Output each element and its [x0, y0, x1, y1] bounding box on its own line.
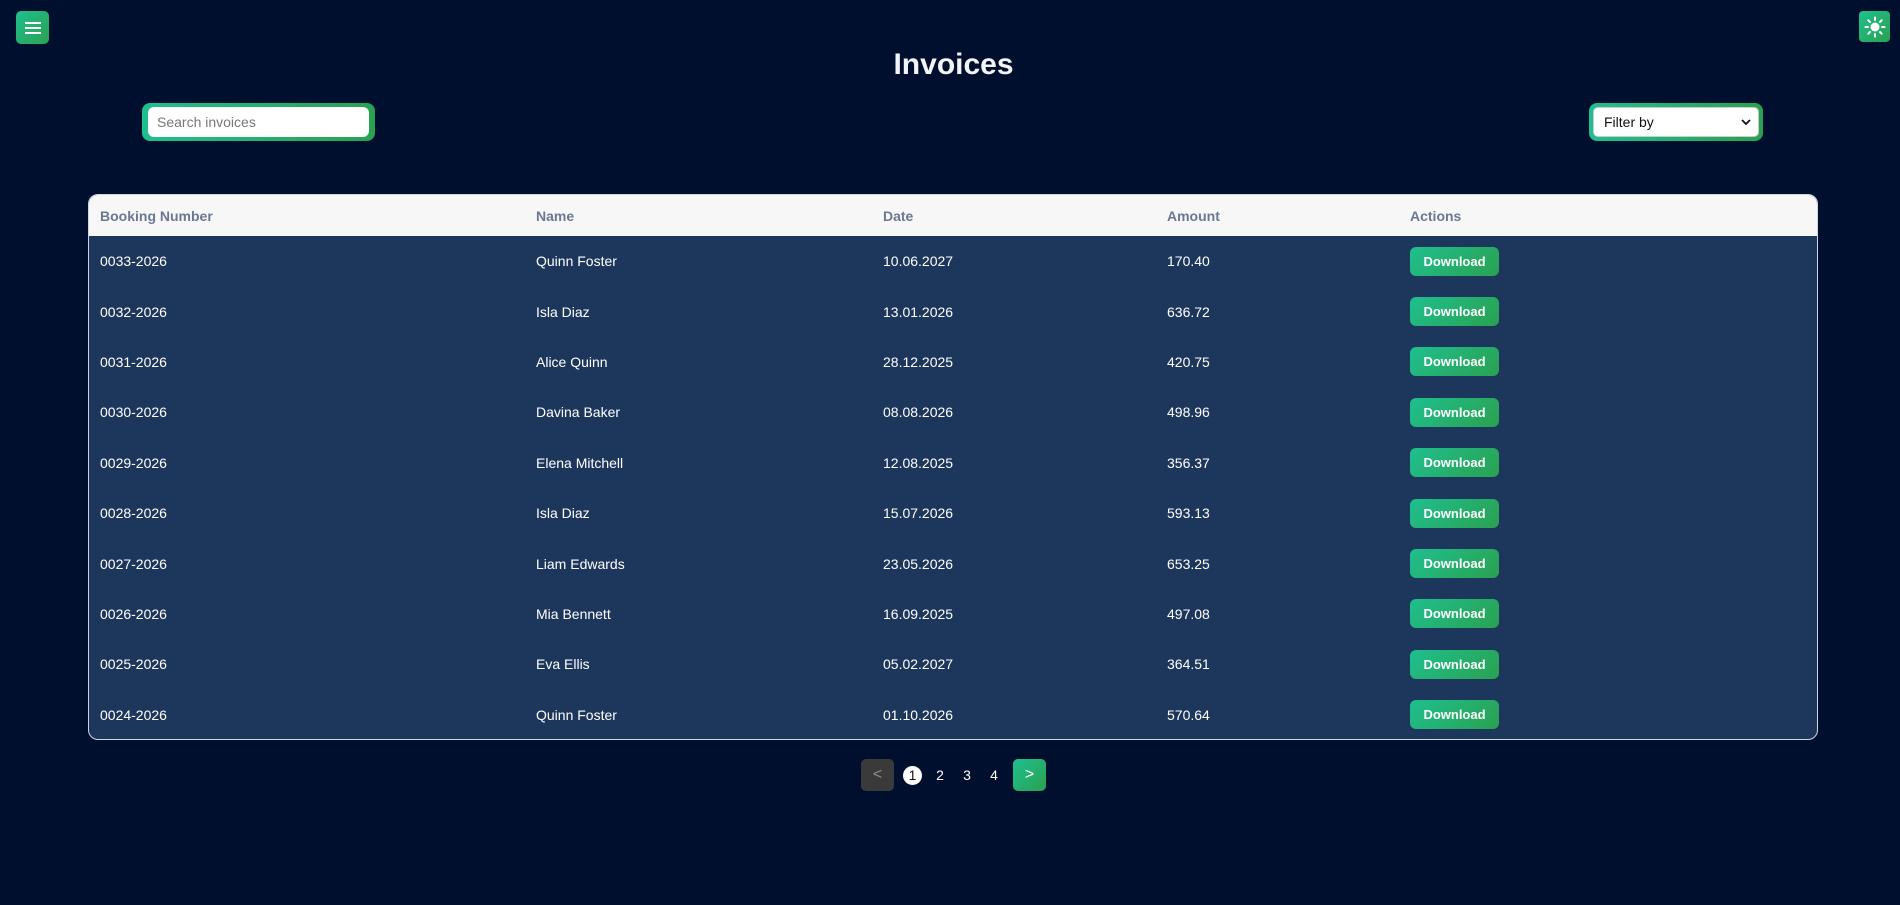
actions-cell: Download	[1399, 538, 1817, 588]
download-button[interactable]: Download	[1410, 549, 1499, 579]
name-cell: Isla Diaz	[536, 303, 590, 320]
download-button[interactable]: Download	[1410, 297, 1499, 327]
name-cell: Quinn Foster	[536, 253, 617, 270]
amount-cell: 653.25	[1167, 555, 1210, 572]
actions-cell: Download	[1399, 589, 1817, 639]
date-cell: 15.07.2026	[883, 505, 954, 522]
table-row: 0030-2026 Davina Baker 08.08.2026 498.96…	[89, 387, 1817, 437]
invoices-page: Invoices Filter by Booking Number Name D…	[0, 0, 1900, 905]
theme-toggle-button[interactable]	[1859, 11, 1890, 42]
table-row: 0028-2026 Isla Diaz 15.07.2026 593.13 Do…	[89, 488, 1817, 538]
amount-cell: 170.40	[1167, 253, 1210, 270]
table-row: 0024-2026 Quinn Foster 01.10.2026 570.64…	[89, 690, 1817, 739]
amount-cell: 498.96	[1167, 404, 1210, 421]
filter-selected-value: Filter by	[1604, 114, 1654, 130]
page-4-button[interactable]: 4	[984, 765, 1004, 785]
sun-icon	[1864, 16, 1885, 37]
booking-number-cell: 0032-2026	[100, 303, 167, 320]
page-1-button[interactable]: 1	[903, 765, 922, 785]
date-cell: 05.02.2027	[883, 656, 954, 673]
date-cell: 10.06.2027	[883, 253, 954, 270]
date-cell: 01.10.2026	[883, 706, 954, 723]
page-title: Invoices	[893, 48, 1014, 81]
actions-cell: Download	[1399, 236, 1817, 286]
name-cell: Isla Diaz	[536, 505, 590, 522]
download-button[interactable]: Download	[1410, 649, 1499, 679]
amount-cell: 364.51	[1167, 656, 1210, 673]
column-header-date: Date	[883, 207, 914, 224]
next-page-button[interactable]: >	[1013, 759, 1046, 791]
column-header-actions: Actions	[1410, 207, 1462, 224]
pagination: < 1 2 3 4 >	[861, 759, 1046, 791]
table-row: 0032-2026 Isla Diaz 13.01.2026 636.72 Do…	[89, 286, 1817, 336]
date-cell: 12.08.2025	[883, 454, 954, 471]
table-row: 0026-2026 Mia Bennett 16.09.2025 497.08 …	[89, 589, 1817, 639]
table-row: 0033-2026 Quinn Foster 10.06.2027 170.40…	[89, 236, 1817, 286]
name-cell: Eva Ellis	[536, 656, 590, 673]
column-header-name: Name	[536, 207, 575, 224]
date-cell: 08.08.2026	[883, 404, 954, 421]
table-header-row: Booking Number Name Date Amount Actions	[89, 195, 1817, 236]
date-cell: 13.01.2026	[883, 303, 954, 320]
booking-number-cell: 0027-2026	[100, 555, 167, 572]
download-button[interactable]: Download	[1410, 246, 1499, 276]
previous-page-button[interactable]: <	[861, 759, 894, 791]
date-cell: 16.09.2025	[883, 605, 954, 622]
table-row: 0027-2026 Liam Edwards 23.05.2026 653.25…	[89, 538, 1817, 588]
actions-cell: Download	[1399, 286, 1817, 336]
booking-number-cell: 0030-2026	[100, 404, 167, 421]
download-button[interactable]: Download	[1410, 700, 1499, 730]
download-button[interactable]: Download	[1410, 448, 1499, 478]
name-cell: Alice Quinn	[536, 353, 608, 370]
column-header-amount: Amount	[1167, 207, 1220, 224]
chevron-down-icon	[1741, 118, 1751, 125]
name-cell: Mia Bennett	[536, 605, 611, 622]
search-container	[142, 103, 375, 141]
actions-cell: Download	[1399, 438, 1817, 488]
amount-cell: 356.37	[1167, 454, 1210, 471]
amount-cell: 497.08	[1167, 605, 1210, 622]
name-cell: Quinn Foster	[536, 706, 617, 723]
actions-cell: Download	[1399, 337, 1817, 387]
download-button[interactable]: Download	[1410, 347, 1499, 377]
amount-cell: 420.75	[1167, 353, 1210, 370]
table-row: 0025-2026 Eva Ellis 05.02.2027 364.51 Do…	[89, 639, 1817, 689]
name-cell: Liam Edwards	[536, 555, 625, 572]
booking-number-cell: 0033-2026	[100, 253, 167, 270]
invoices-table: Booking Number Name Date Amount Actions …	[89, 195, 1817, 739]
column-header-booking-number: Booking Number	[100, 207, 213, 224]
booking-number-cell: 0029-2026	[100, 454, 167, 471]
page-3-button[interactable]: 3	[957, 765, 977, 785]
date-cell: 23.05.2026	[883, 555, 954, 572]
amount-cell: 570.64	[1167, 706, 1210, 723]
date-cell: 28.12.2025	[883, 353, 954, 370]
hamburger-menu-icon	[24, 21, 41, 34]
name-cell: Elena Mitchell	[536, 454, 624, 471]
booking-number-cell: 0025-2026	[100, 656, 167, 673]
download-button[interactable]: Download	[1410, 498, 1499, 528]
booking-number-cell: 0031-2026	[100, 353, 167, 370]
actions-cell: Download	[1399, 387, 1817, 437]
amount-cell: 593.13	[1167, 505, 1210, 522]
amount-cell: 636.72	[1167, 303, 1210, 320]
page-2-button[interactable]: 2	[930, 765, 950, 785]
search-input[interactable]	[148, 107, 369, 137]
filter-select[interactable]: Filter by	[1593, 107, 1759, 137]
name-cell: Davina Baker	[536, 404, 621, 421]
menu-button[interactable]	[16, 11, 49, 44]
download-button[interactable]: Download	[1410, 599, 1499, 629]
booking-number-cell: 0026-2026	[100, 605, 167, 622]
booking-number-cell: 0024-2026	[100, 706, 167, 723]
booking-number-cell: 0028-2026	[100, 505, 167, 522]
invoices-table-container: Booking Number Name Date Amount Actions …	[88, 194, 1818, 740]
download-button[interactable]: Download	[1410, 397, 1499, 427]
table-row: 0031-2026 Alice Quinn 28.12.2025 420.75 …	[89, 337, 1817, 387]
filter-container: Filter by	[1589, 103, 1763, 141]
actions-cell: Download	[1399, 488, 1817, 538]
actions-cell: Download	[1399, 690, 1817, 739]
table-row: 0029-2026 Elena Mitchell 12.08.2025 356.…	[89, 438, 1817, 488]
actions-cell: Download	[1399, 639, 1817, 689]
